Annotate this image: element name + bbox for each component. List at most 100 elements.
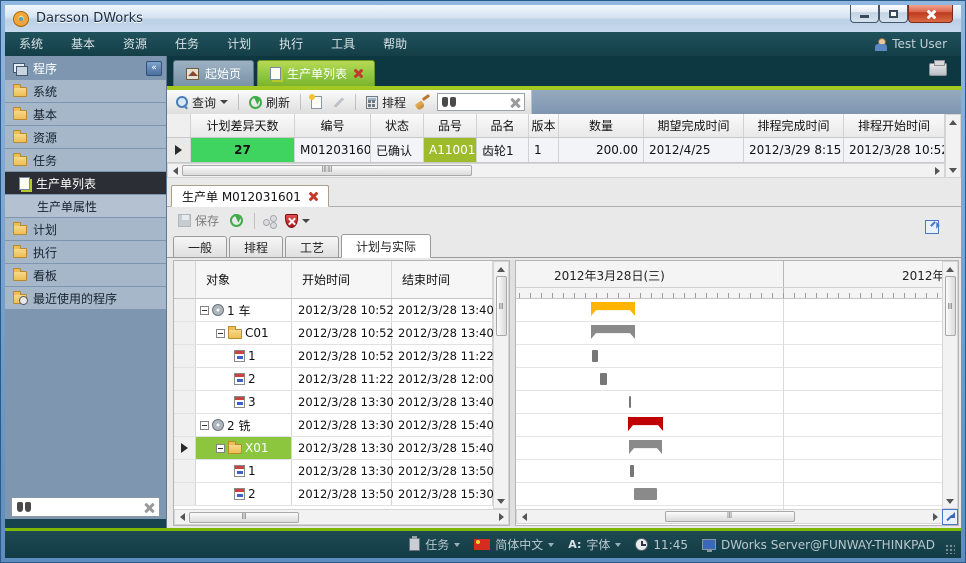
- tree-object-cell[interactable]: 2: [196, 483, 292, 505]
- sidebar-item-9[interactable]: 最近使用的程序: [5, 287, 166, 309]
- scroll-right-icon[interactable]: [928, 510, 942, 523]
- query-button[interactable]: 查询: [173, 94, 231, 111]
- tree-expander-icon[interactable]: [216, 444, 225, 453]
- tree-row-7[interactable]: 12012/3/28 13:302012/3/28 13:50: [174, 460, 493, 483]
- refresh-button[interactable]: 刷新: [246, 94, 293, 111]
- validate-button[interactable]: [282, 214, 313, 228]
- gantt-bar-2[interactable]: [592, 350, 598, 362]
- menu-item-1[interactable]: 基本: [57, 32, 109, 56]
- clean-button[interactable]: [413, 96, 433, 109]
- column-header-7[interactable]: 期望完成时间: [644, 114, 744, 137]
- column-header-2[interactable]: 状态: [371, 114, 424, 137]
- scroll-down-icon[interactable]: [494, 494, 508, 508]
- table-row[interactable]: 27M012031601已确认A11001齿轮11200.002012/4/25…: [167, 138, 945, 163]
- tree-horizontal-scrollbar[interactable]: Ⅲ: [174, 509, 509, 525]
- scroll-up-icon[interactable]: [943, 262, 957, 276]
- tree-row-6[interactable]: X012012/3/28 13:302012/3/28 15:40: [174, 437, 493, 460]
- language-dropdown-icon[interactable]: [548, 543, 554, 547]
- column-header-1[interactable]: 编号: [295, 114, 371, 137]
- edit-button[interactable]: [329, 96, 348, 109]
- scroll-down-icon[interactable]: [946, 163, 960, 177]
- sidebar-collapse-button[interactable]: «: [146, 61, 162, 76]
- grid-cell-8[interactable]: 2012/3/29 8:15: [744, 138, 844, 162]
- gantt-bar-8[interactable]: [634, 488, 657, 500]
- sidebar-item-0[interactable]: 系统: [5, 80, 166, 102]
- tree-column-header-0[interactable]: 对象: [196, 261, 292, 298]
- grid-cell-3[interactable]: A11001: [424, 138, 477, 162]
- menu-item-5[interactable]: 执行: [265, 32, 317, 56]
- status-task-menu[interactable]: 任务: [409, 536, 460, 553]
- grid-cell-5[interactable]: 1: [529, 138, 559, 162]
- grid-vertical-scrollbar[interactable]: [945, 114, 961, 178]
- tree-row-3[interactable]: 22012/3/28 11:222012/3/28 12:00: [174, 368, 493, 391]
- close-detail-tab-icon[interactable]: [309, 192, 318, 201]
- tree-object-cell[interactable]: 1: [196, 460, 292, 482]
- tree-object-cell[interactable]: 1: [196, 345, 292, 367]
- page-tab-0[interactable]: 起始页: [173, 60, 254, 86]
- scroll-right-icon[interactable]: [930, 164, 944, 177]
- status-language-menu[interactable]: 简体中文: [474, 536, 554, 553]
- menu-item-7[interactable]: 帮助: [369, 32, 421, 56]
- scroll-down-icon[interactable]: [943, 494, 957, 508]
- grid-horizontal-scrollbar[interactable]: ⅢⅢ: [167, 163, 945, 178]
- query-dropdown-icon[interactable]: [220, 100, 228, 104]
- tree-row-0[interactable]: 1 车2012/3/28 10:522012/3/28 13:40: [174, 299, 493, 322]
- sidebar-item-8[interactable]: 看板: [5, 264, 166, 286]
- detail-tab-2[interactable]: 工艺: [285, 236, 339, 257]
- tree-object-cell[interactable]: 2: [196, 368, 292, 390]
- detail-tab-3[interactable]: 计划与实际: [341, 234, 431, 258]
- gantt-bar-4[interactable]: [629, 396, 631, 408]
- tree-column-header-2[interactable]: 结束时间: [392, 261, 493, 298]
- menu-item-4[interactable]: 计划: [213, 32, 265, 56]
- tree-expander-icon[interactable]: [216, 329, 225, 338]
- validate-dropdown-icon[interactable]: [302, 219, 310, 223]
- sidebar-search-box[interactable]: [11, 497, 160, 517]
- tree-row-4[interactable]: 32012/3/28 13:302012/3/28 13:40: [174, 391, 493, 414]
- tree-column-header-1[interactable]: 开始时间: [292, 261, 392, 298]
- detail-tab-0[interactable]: 一般: [173, 236, 227, 257]
- menu-item-0[interactable]: 系统: [5, 32, 57, 56]
- save-button[interactable]: 保存: [175, 212, 222, 229]
- clear-search-icon[interactable]: [143, 502, 154, 513]
- column-header-8[interactable]: 排程完成时间: [744, 114, 844, 137]
- column-header-6[interactable]: 数量: [559, 114, 644, 137]
- new-button[interactable]: [308, 96, 325, 109]
- task-dropdown-icon[interactable]: [454, 543, 460, 547]
- gantt-vertical-scrollbar[interactable]: Ⅲ: [942, 261, 958, 509]
- tree-vertical-scrollbar[interactable]: Ⅲ: [493, 261, 509, 509]
- tree-row-1[interactable]: C012012/3/28 10:522012/3/28 13:40: [174, 322, 493, 345]
- grid-cell-9[interactable]: 2012/3/28 10:52: [844, 138, 945, 162]
- scroll-up-icon[interactable]: [494, 262, 508, 276]
- grid-cell-7[interactable]: 2012/4/25: [644, 138, 744, 162]
- tree-object-cell[interactable]: C01: [196, 322, 292, 344]
- sidebar-item-2[interactable]: 资源: [5, 126, 166, 148]
- detail-document-tab[interactable]: 生产单 M012031601: [171, 185, 329, 207]
- expand-gantt-icon[interactable]: [942, 509, 958, 525]
- column-header-3[interactable]: 品号: [424, 114, 477, 137]
- detail-tab-1[interactable]: 排程: [229, 236, 283, 257]
- scroll-up-icon[interactable]: [946, 115, 960, 129]
- menu-item-6[interactable]: 工具: [317, 32, 369, 56]
- sidebar-item-6[interactable]: 计划: [5, 218, 166, 240]
- popout-icon[interactable]: [925, 220, 939, 234]
- gantt-bar-7[interactable]: [630, 465, 634, 477]
- scrollbar-thumb[interactable]: ⅢⅢ: [182, 165, 472, 176]
- tree-row-8[interactable]: 22012/3/28 13:502012/3/28 15:30: [174, 483, 493, 506]
- tree-row-2[interactable]: 12012/3/28 10:522012/3/28 11:22: [174, 345, 493, 368]
- font-dropdown-icon[interactable]: [615, 543, 621, 547]
- tree-object-cell[interactable]: 1 车: [196, 299, 292, 321]
- tree-object-cell[interactable]: 2 铣: [196, 414, 292, 436]
- gantt-horizontal-scrollbar[interactable]: Ⅲ: [516, 509, 942, 524]
- sidebar-item-7[interactable]: 执行: [5, 241, 166, 263]
- close-button[interactable]: [908, 5, 953, 23]
- menu-item-3[interactable]: 任务: [161, 32, 213, 56]
- detail-refresh-button[interactable]: [227, 214, 246, 227]
- grid-cell-1[interactable]: M012031601: [295, 138, 371, 162]
- column-header-4[interactable]: 品名: [477, 114, 529, 137]
- tree-object-cell[interactable]: X01: [196, 437, 292, 459]
- menu-item-2[interactable]: 资源: [109, 32, 161, 56]
- sidebar-item-3[interactable]: 任务: [5, 149, 166, 171]
- tree-expander-icon[interactable]: [200, 421, 209, 430]
- grid-cell-2[interactable]: 已确认: [371, 138, 424, 162]
- column-header-5[interactable]: 版本: [529, 114, 559, 137]
